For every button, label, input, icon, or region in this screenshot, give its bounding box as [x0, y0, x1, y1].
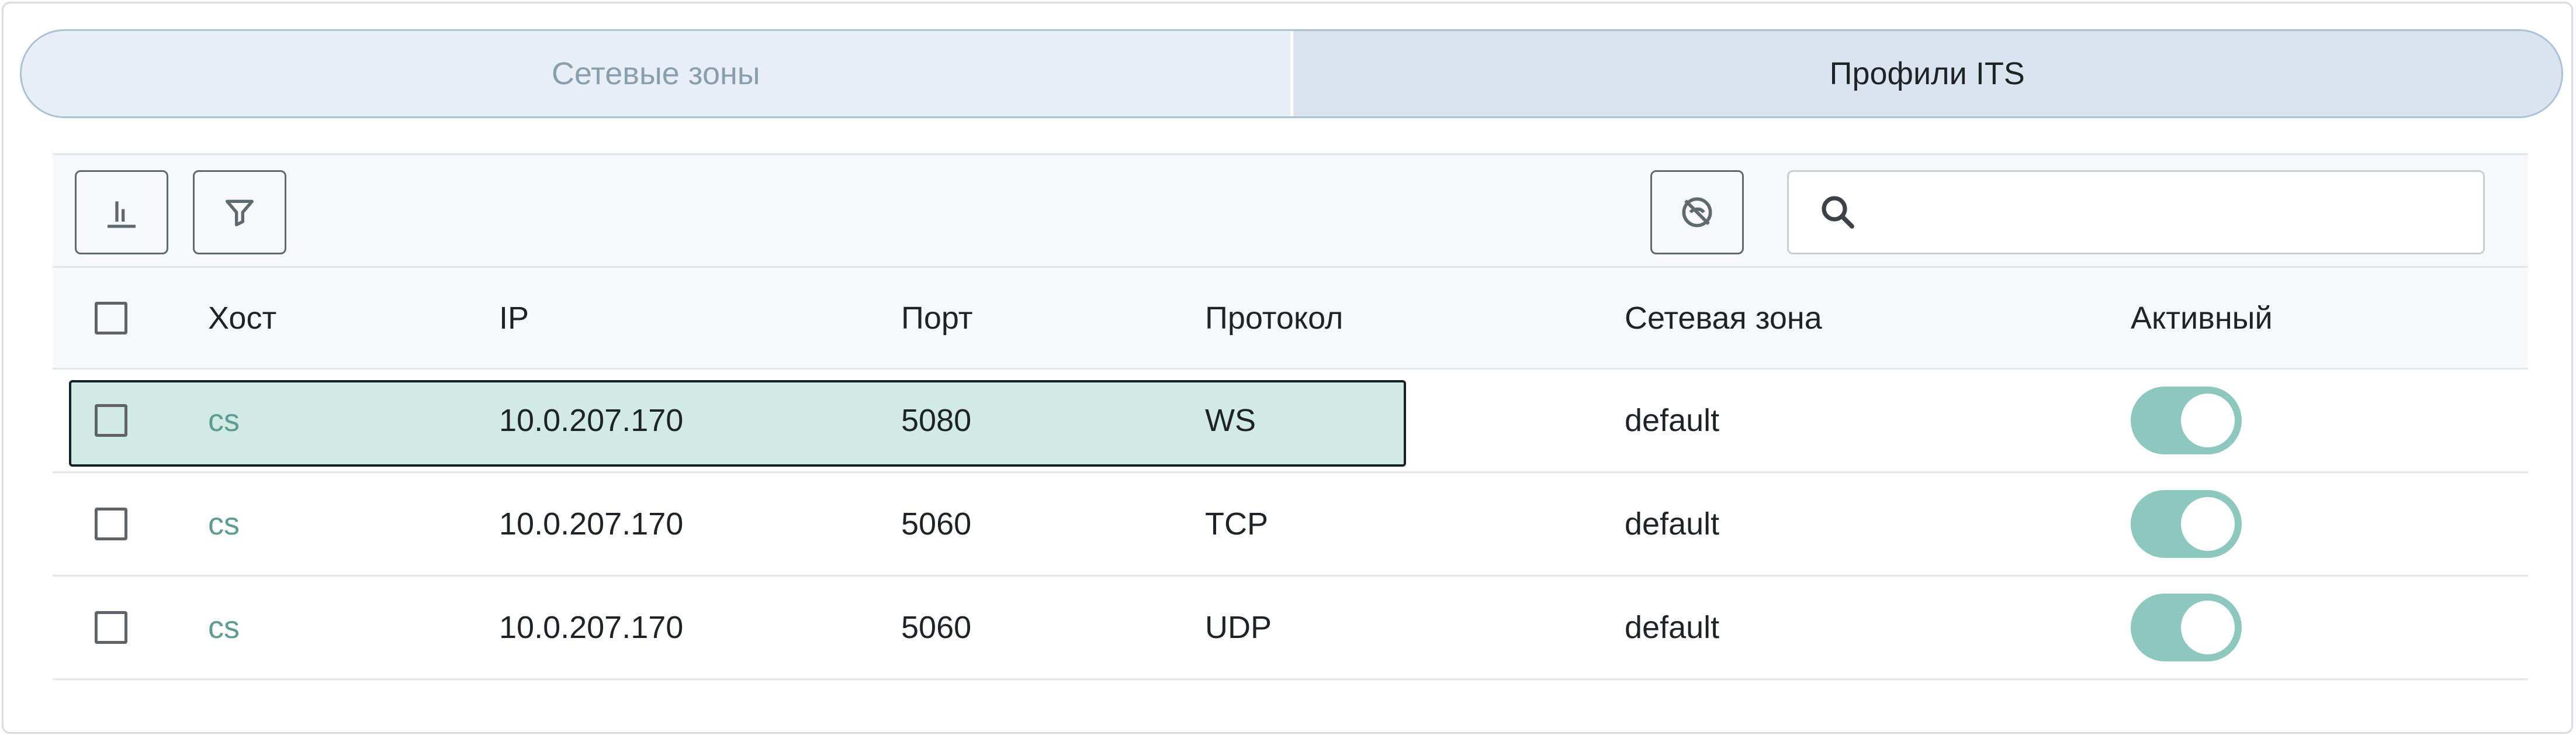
- table-row[interactable]: cs 10.0.207.170 5060 UDP default: [53, 577, 2528, 680]
- port-cell: 5060: [901, 610, 972, 645]
- ip-cell: 10.0.207.170: [499, 610, 684, 645]
- header-active[interactable]: Активный: [2131, 268, 2273, 368]
- active-toggle[interactable]: [2131, 594, 2242, 661]
- port-cell: 5080: [901, 403, 972, 438]
- hide-disabled-button[interactable]: [1650, 170, 1744, 254]
- toolbar: [53, 153, 2528, 268]
- network-zone-cell: default: [1625, 506, 1720, 542]
- toggle-knob: [2181, 394, 2235, 447]
- row-checkbox-cell: [95, 370, 127, 471]
- active-toggle[interactable]: [2131, 490, 2242, 558]
- eye-off-icon: [1682, 197, 1712, 227]
- host-cell[interactable]: cs: [208, 370, 240, 471]
- profiles-table: Хост IP Порт Протокол Сетевая зона Актив…: [53, 268, 2528, 680]
- protocol-cell: UDP: [1205, 610, 1272, 645]
- search-field[interactable]: [1787, 170, 2485, 254]
- app-frame: Сетевые зоны Профили ITS Хост IP Порт Пр…: [2, 2, 2573, 734]
- row-checkbox[interactable]: [95, 404, 127, 437]
- search-input[interactable]: [1875, 171, 2483, 253]
- tab-bar: Сетевые зоны Профили ITS: [20, 29, 2563, 118]
- filter-button[interactable]: [193, 170, 286, 254]
- ip-cell: 10.0.207.170: [499, 506, 684, 542]
- active-cell: [2131, 370, 2242, 471]
- network-zone-cell: default: [1625, 403, 1720, 438]
- filter-icon: [226, 199, 254, 226]
- active-cell: [2131, 577, 2242, 678]
- search-icon: [1817, 189, 1864, 236]
- network-zone-cell: default: [1625, 610, 1720, 645]
- toggle-knob: [2181, 497, 2235, 551]
- tab-its-profiles[interactable]: Профили ITS: [1290, 31, 2561, 116]
- port-cell: 5060: [901, 506, 972, 542]
- table-header-row: Хост IP Порт Протокол Сетевая зона Актив…: [53, 268, 2528, 370]
- active-cell: [2131, 473, 2242, 575]
- bar-chart-icon: [108, 201, 136, 228]
- toggle-knob: [2181, 601, 2235, 654]
- header-port[interactable]: Порт: [901, 268, 972, 368]
- tab-network-zones[interactable]: Сетевые зоны: [22, 31, 1290, 116]
- row-checkbox[interactable]: [95, 611, 127, 644]
- host-cell[interactable]: cs: [208, 473, 240, 575]
- header-network-zone[interactable]: Сетевая зона: [1625, 268, 1822, 368]
- header-select-all-cell: [95, 268, 127, 368]
- header-ip[interactable]: IP: [499, 268, 529, 368]
- table-panel: Хост IP Порт Протокол Сетевая зона Актив…: [53, 153, 2528, 738]
- columns-button[interactable]: [75, 170, 168, 254]
- host-cell[interactable]: cs: [208, 577, 240, 678]
- row-checkbox-cell: [95, 473, 127, 575]
- protocol-cell: TCP: [1205, 506, 1268, 542]
- ip-cell: 10.0.207.170: [499, 403, 684, 438]
- table-row[interactable]: cs 10.0.207.170 5060 TCP default: [53, 473, 2528, 577]
- row-checkbox-cell: [95, 577, 127, 678]
- table-row[interactable]: cs 10.0.207.170 5080 WS default: [53, 370, 2528, 473]
- select-all-checkbox[interactable]: [95, 301, 127, 334]
- header-protocol[interactable]: Протокол: [1205, 268, 1343, 368]
- row-checkbox[interactable]: [95, 508, 127, 540]
- active-toggle[interactable]: [2131, 387, 2242, 454]
- protocol-cell: WS: [1205, 403, 1256, 438]
- header-host[interactable]: Хост: [208, 268, 276, 368]
